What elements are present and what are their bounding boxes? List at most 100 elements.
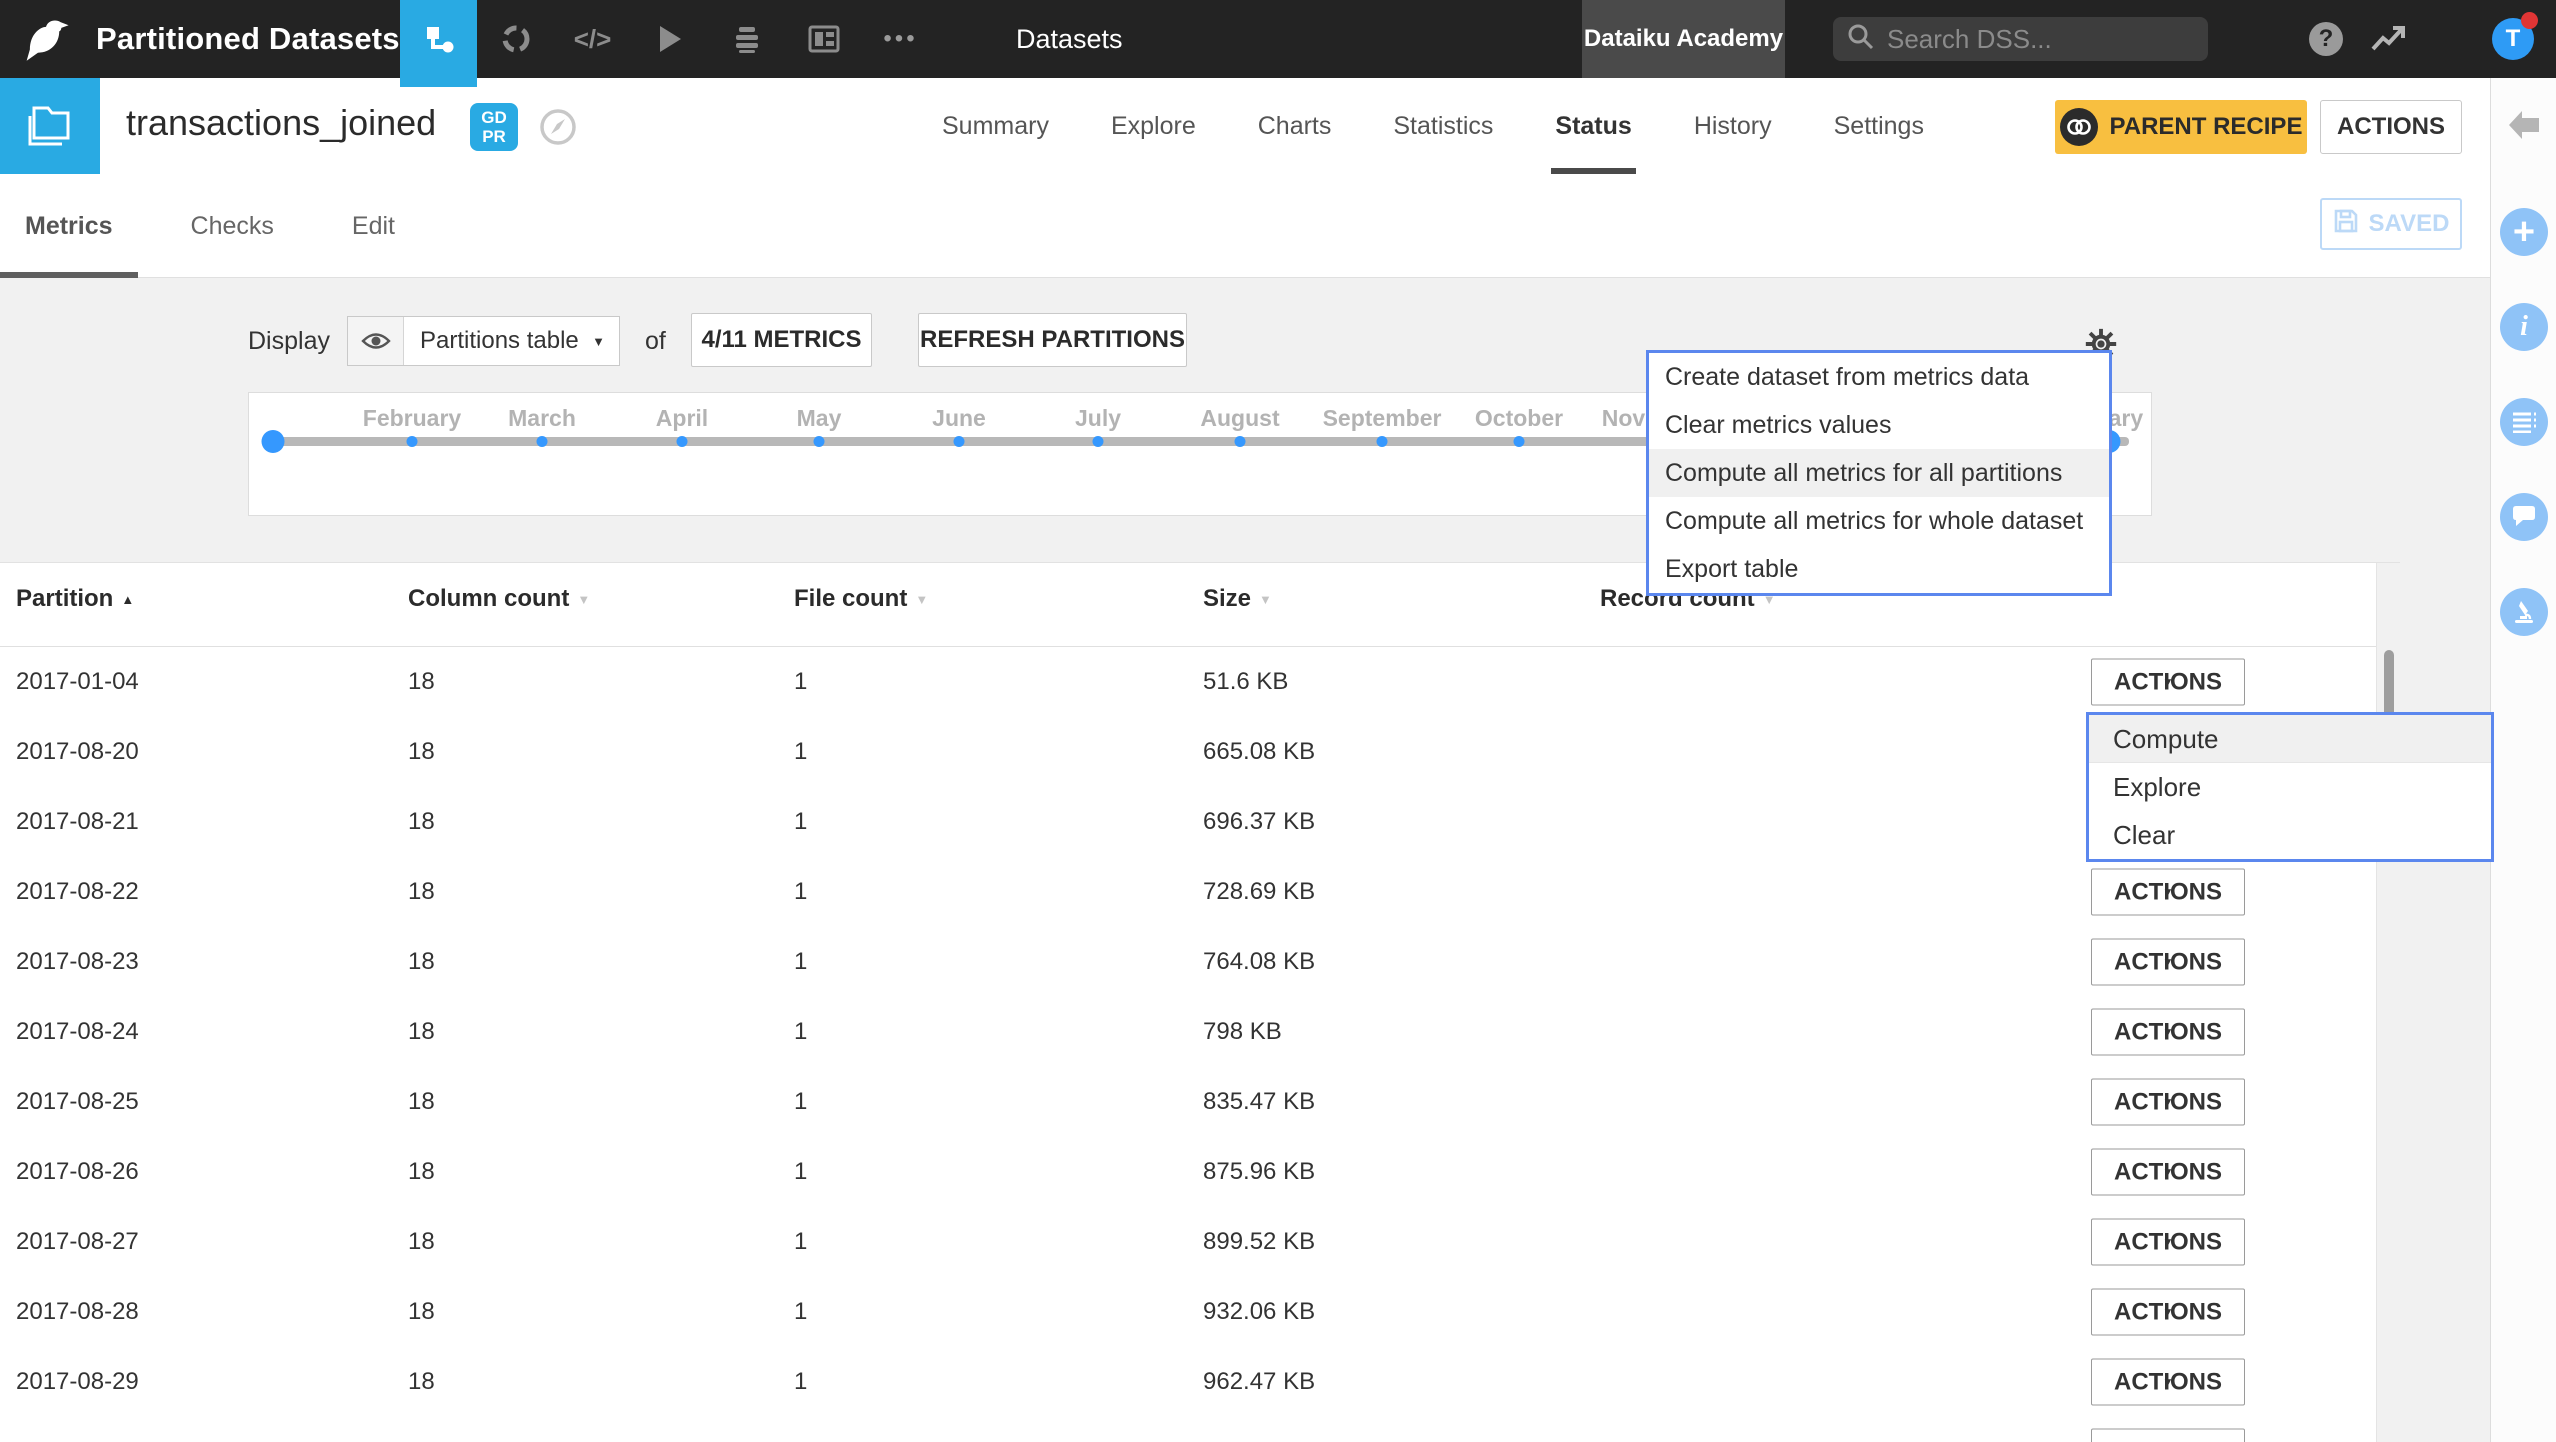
table-scrollbar[interactable] bbox=[2376, 563, 2400, 1442]
chevron-down-icon: ▼ bbox=[2162, 1236, 2174, 1248]
save-icon bbox=[2333, 208, 2359, 241]
global-search[interactable] bbox=[1833, 17, 2208, 61]
row-actions-button[interactable]: ACTIONS ▼ bbox=[2091, 868, 2245, 916]
menu-item[interactable]: Export table bbox=[1649, 545, 2109, 593]
menu-item[interactable]: Clear bbox=[2089, 811, 2491, 859]
status-subtab[interactable]: Checks bbox=[191, 174, 274, 278]
cell-file-count: 1 bbox=[794, 1088, 808, 1115]
dataset-tab[interactable]: Charts bbox=[1258, 78, 1332, 174]
menu-item[interactable]: Compute all metrics for all partitions bbox=[1649, 449, 2109, 497]
menu-item[interactable]: Clear metrics values bbox=[1649, 401, 2109, 449]
cell-size: 798 KB bbox=[1203, 1018, 1282, 1045]
dataset-tab[interactable]: Explore bbox=[1111, 78, 1196, 174]
cell-column-count: 18 bbox=[408, 668, 435, 695]
status-subtab[interactable]: Metrics bbox=[0, 174, 137, 278]
menu-item[interactable]: Explore bbox=[2089, 763, 2491, 811]
refresh-partitions-button[interactable]: REFRESH PARTITIONS bbox=[918, 313, 1187, 367]
timeline-dot[interactable] bbox=[1376, 436, 1388, 447]
saved-button[interactable]: SAVED bbox=[2320, 198, 2462, 250]
chevron-down-icon: ▼ bbox=[2162, 1166, 2174, 1178]
dataset-tab[interactable]: Status bbox=[1551, 78, 1637, 174]
more-icon[interactable]: ••• bbox=[862, 0, 939, 78]
cell-partition: 2017-08-30 bbox=[16, 1438, 139, 1442]
cell-size: 51.6 KB bbox=[1203, 668, 1289, 695]
comments-icon[interactable] bbox=[2500, 493, 2548, 541]
timeline-dot[interactable] bbox=[953, 436, 965, 447]
row-actions-button[interactable]: ACTIONS ▼ bbox=[2091, 658, 2245, 706]
column-header[interactable]: Column count ▼ bbox=[408, 585, 590, 613]
code-icon[interactable]: </> bbox=[554, 0, 631, 78]
cell-column-count: 18 bbox=[408, 1088, 435, 1115]
row-actions-button[interactable]: ACTIONS ▼ bbox=[2091, 1288, 2245, 1336]
table-row: 2017-08-26 18 1 875.96 KB ACTIONS ▼ bbox=[0, 1137, 2400, 1207]
cell-partition: 2017-08-20 bbox=[16, 738, 139, 765]
menu-item[interactable]: Compute all metrics for whole dataset bbox=[1649, 497, 2109, 545]
column-header[interactable]: Size ▼ bbox=[1203, 585, 1272, 613]
menu-item[interactable]: Compute bbox=[2089, 715, 2491, 763]
dataset-icon[interactable] bbox=[0, 78, 100, 174]
row-actions-button[interactable]: ACTIONS ▼ bbox=[2091, 1078, 2245, 1126]
navigator-icon[interactable] bbox=[538, 107, 578, 152]
notification-dot bbox=[2521, 12, 2538, 29]
details-list-icon[interactable] bbox=[2500, 398, 2548, 446]
instance-name[interactable]: Dataiku Academy bbox=[1582, 0, 1785, 78]
lab-microscope-icon[interactable] bbox=[2500, 588, 2548, 636]
timeline-dot[interactable] bbox=[536, 436, 548, 447]
app-root: Partitioned Datasets </> ••• Datasets Da… bbox=[0, 0, 2556, 1442]
cell-size: 665.08 KB bbox=[1203, 738, 1316, 765]
dataset-tab[interactable]: Statistics bbox=[1393, 78, 1493, 174]
flow-icon[interactable] bbox=[400, 0, 477, 78]
status-subtab[interactable]: Edit bbox=[352, 174, 395, 278]
timeline-month-label: June bbox=[932, 405, 986, 431]
apps-grid-icon[interactable] bbox=[2238, 0, 2282, 78]
view-mode-value: Partitions table bbox=[420, 327, 579, 354]
timeline-dot[interactable] bbox=[813, 436, 825, 447]
row-actions-button[interactable]: ACTIONS ▼ bbox=[2091, 1008, 2245, 1056]
timeline-dot[interactable] bbox=[676, 436, 688, 447]
dataset-actions-button[interactable]: ACTIONS bbox=[2320, 100, 2462, 154]
dataset-tab[interactable]: History bbox=[1694, 78, 1772, 174]
dashboard-icon[interactable] bbox=[785, 0, 862, 78]
cell-size: 875.96 KB bbox=[1203, 1158, 1316, 1185]
row-actions-button[interactable]: ACTIONS ▼ bbox=[2091, 1428, 2245, 1442]
chevron-down-icon: ▼ bbox=[592, 333, 605, 349]
help-icon[interactable]: ? bbox=[2302, 0, 2350, 78]
run-icon[interactable] bbox=[631, 0, 708, 78]
chevron-down-icon: ▼ bbox=[2162, 886, 2174, 898]
column-header[interactable]: File count ▼ bbox=[794, 585, 928, 613]
cell-file-count: 1 bbox=[794, 1018, 808, 1045]
collapse-panel-icon[interactable] bbox=[2505, 108, 2543, 147]
dataset-tab[interactable]: Summary bbox=[942, 78, 1049, 174]
timeline-dot[interactable] bbox=[406, 436, 418, 447]
view-mode-select[interactable]: Partitions table ▼ bbox=[347, 316, 620, 366]
timeline-month-label: August bbox=[1200, 405, 1280, 431]
dataiku-logo-icon[interactable] bbox=[18, 14, 74, 64]
column-header[interactable]: Partition ▲ bbox=[16, 585, 134, 613]
cell-file-count: 1 bbox=[794, 1228, 808, 1255]
cell-column-count: 18 bbox=[408, 1298, 435, 1325]
timeline-dot[interactable] bbox=[1513, 436, 1525, 447]
info-icon[interactable]: i bbox=[2500, 303, 2548, 351]
cell-partition: 2017-08-29 bbox=[16, 1368, 139, 1395]
timeline-month-label: April bbox=[655, 405, 709, 431]
project-name[interactable]: Partitioned Datasets bbox=[96, 0, 400, 78]
dataset-tab[interactable]: Settings bbox=[1834, 78, 1924, 174]
lab-icon[interactable] bbox=[477, 0, 554, 78]
timeline-dot[interactable] bbox=[1234, 436, 1246, 447]
chevron-down-icon: ▼ bbox=[2162, 1026, 2174, 1038]
monitoring-icon[interactable] bbox=[2362, 0, 2414, 78]
search-input[interactable] bbox=[1887, 23, 2177, 55]
breadcrumb-section[interactable]: Datasets bbox=[1016, 0, 1123, 78]
row-actions-button[interactable]: ACTIONS ▼ bbox=[2091, 1148, 2245, 1196]
row-actions-button[interactable]: ACTIONS ▼ bbox=[2091, 1358, 2245, 1406]
parent-recipe-button[interactable]: PARENT RECIPE bbox=[2055, 100, 2307, 154]
user-avatar[interactable]: T bbox=[2492, 12, 2538, 60]
menu-item[interactable]: Create dataset from metrics data bbox=[1649, 353, 2109, 401]
row-actions-button[interactable]: ACTIONS ▼ bbox=[2091, 1218, 2245, 1266]
metrics-count-button[interactable]: 4/11 METRICS bbox=[691, 313, 872, 367]
add-button[interactable]: + bbox=[2500, 208, 2548, 256]
row-actions-button[interactable]: ACTIONS ▼ bbox=[2091, 938, 2245, 986]
timeline-dot[interactable] bbox=[1092, 436, 1104, 447]
jobs-icon[interactable] bbox=[708, 0, 785, 78]
timeline-start-dot[interactable] bbox=[261, 430, 285, 453]
